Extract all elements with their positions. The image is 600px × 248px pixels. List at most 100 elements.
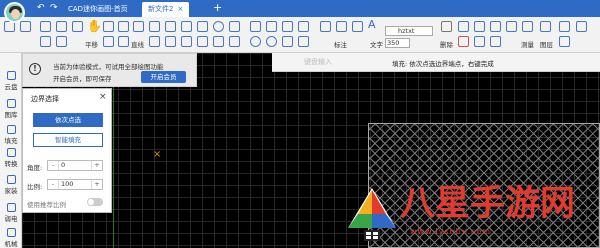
angle-increment-button[interactable]: + [92,161,102,170]
avatar[interactable] [4,2,25,23]
settings-icon[interactable] [559,21,570,32]
pick-sequence-label: 依次点选 [55,116,81,124]
explode-icon[interactable] [490,21,501,32]
zoom-in-icon[interactable] [103,21,114,32]
grid-icon[interactable] [40,36,51,47]
scale-icon[interactable] [266,36,277,47]
fit-icon[interactable] [103,36,114,47]
sun-icon[interactable] [559,36,570,47]
text-icon[interactable]: A [368,18,376,31]
offset-icon[interactable] [298,21,309,32]
mirror-icon[interactable] [266,21,277,32]
layer-manage-icon[interactable] [474,36,485,47]
dimension-label: 标注 [334,41,347,49]
print-icon[interactable] [40,21,51,32]
tab-new-file[interactable]: 新文件2 × [142,2,190,17]
watermark: 八星手游网 www.lyshbx.com [346,181,600,248]
clear-icon[interactable] [458,36,469,47]
watermark-logo-icon [348,188,396,241]
circle-icon[interactable] [213,21,224,32]
snap-icon[interactable] [56,36,67,47]
watermark-url: www.lyshbx.com [410,227,492,236]
line-icon[interactable] [133,21,144,32]
trapezoid-icon[interactable] [197,36,208,47]
open-membership-button[interactable]: 开启会员 [141,71,186,83]
tab-close-icon[interactable]: × [177,5,183,13]
scale-decrement-button[interactable]: - [48,180,58,189]
close-icon[interactable]: × [99,92,107,102]
pan-icon[interactable]: ✋ [87,19,102,33]
scale-label: 比例: [27,183,43,191]
select-icon[interactable] [72,21,83,32]
ray-icon[interactable] [149,36,160,47]
region-icon[interactable] [118,36,129,47]
back-icon[interactable]: ↶ [37,3,45,13]
leader-icon[interactable] [352,21,363,32]
delete-icon[interactable] [441,21,452,32]
arrow-icon[interactable] [149,21,160,32]
angle-stepper[interactable]: - 0 + [47,160,103,171]
sidebar-item-label: 云盘 [4,83,18,91]
scale-increment-button[interactable]: + [92,180,102,189]
command-input-ghost[interactable]: 键盘输入 [304,57,332,67]
sidebar-item-convert[interactable]: 转换 [0,148,22,168]
polygon-icon[interactable] [165,36,176,47]
scale-stepper[interactable]: - 100 + [47,179,103,190]
forward-icon[interactable]: ↷ [50,3,58,13]
add-tab-button[interactable]: + [213,2,222,14]
angle-decrement-button[interactable]: - [48,161,58,170]
smart-fill-button[interactable]: 智能填充 [33,133,103,147]
move-icon[interactable] [165,21,176,32]
sidebar-item-fill[interactable]: 填充 [0,125,22,145]
gallery-icon [6,99,16,108]
curve-icon[interactable] [197,21,208,32]
window-icon[interactable] [56,21,67,32]
gear-icon [6,228,16,237]
cloud-icon [6,71,16,80]
tab-home-label: CAD迷你画图-首页 [68,5,128,13]
sidebar-item-cloud[interactable]: 云盘 [0,71,22,91]
tab-home[interactable]: CAD迷你画图-首页 [62,2,134,17]
save-icon[interactable] [20,21,31,32]
sidebar-item-home[interactable]: 家装 [0,175,22,195]
spline-icon[interactable] [229,36,240,47]
text-size-input[interactable]: 350 [385,38,410,48]
sidebar-item-label: 弱电 [4,215,18,223]
sidebar-item-mechanical[interactable]: 机械 [0,228,22,248]
sidebar-item-gallery[interactable]: 图库 [0,99,22,119]
sidebar-item-power[interactable]: 弱电 [0,203,22,223]
ellipse-icon[interactable] [213,36,224,47]
sidebar-item-label: 图库 [4,111,18,119]
measure-label: 测量 [521,41,534,49]
measure-icon[interactable] [522,21,533,32]
font-select[interactable]: hztxt [385,26,433,36]
scale-value[interactable]: 100 [58,180,92,189]
delete-label: 删除 [440,41,453,49]
angle-value[interactable]: 0 [58,161,92,170]
triangle-icon[interactable] [181,36,192,47]
polyline-icon[interactable] [181,21,192,32]
array-icon[interactable] [282,21,293,32]
help-icon[interactable] [576,21,587,32]
trial-notice: ! 当前为体验模式，可试用全部绘图功能 开启会员，即可保存 开启会员 [22,53,197,87]
redo-icon[interactable] [474,21,485,32]
sidebar-item-label: 填充 [4,137,18,145]
angle-label: 角度: [27,164,43,172]
block-icon[interactable] [490,36,501,47]
undo-icon[interactable] [458,21,469,32]
extend-icon[interactable] [298,36,309,47]
pan-label: 平移 [85,41,98,49]
text-size-value: 350 [387,39,400,47]
rotate-icon[interactable] [250,36,261,47]
dimension-icon[interactable] [320,21,331,32]
recommend-scale-toggle[interactable] [87,198,103,206]
angle-dim-icon[interactable] [336,21,347,32]
rect-icon[interactable] [229,21,240,32]
text-size-label: 文字 [370,41,383,49]
cursor-icon[interactable] [506,21,517,32]
layers-icon[interactable] [540,21,551,32]
trim-icon[interactable] [282,36,293,47]
zoom-out-icon[interactable] [118,21,129,32]
copy-icon[interactable] [250,21,261,32]
pick-sequence-button[interactable]: 依次点选 [33,113,103,127]
